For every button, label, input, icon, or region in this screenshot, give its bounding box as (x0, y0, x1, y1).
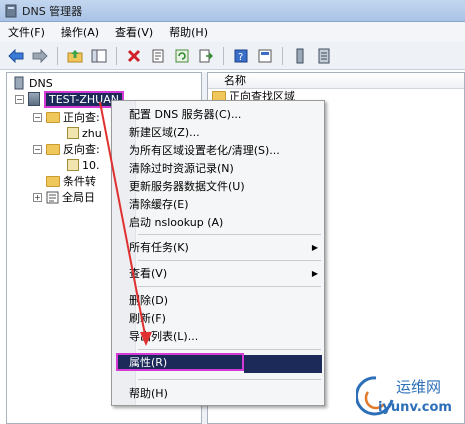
up-one-level-button[interactable] (65, 46, 85, 66)
menu-refresh[interactable]: 刷新(F) (112, 309, 324, 327)
title-bar: DNS 管理器 (0, 0, 465, 22)
tree-node-forward-child[interactable]: zhu (67, 125, 102, 141)
menu-scavenge-stale-records[interactable]: 清除过时资源记录(N) (112, 159, 324, 177)
refresh-button[interactable] (172, 46, 192, 66)
toolbar-separator (282, 46, 283, 65)
menu-export-list[interactable]: 导出列表(L)... (112, 327, 324, 345)
watermark-line1: 运维网 (396, 378, 442, 396)
delete-button[interactable] (124, 46, 144, 66)
menu-configure-dns-server[interactable]: 配置 DNS 服务器(C)... (112, 105, 324, 123)
tree-node-reverse-zone[interactable]: − 反向查: (33, 141, 100, 157)
show-hide-tree-button[interactable] (89, 46, 109, 66)
tree-node-reverse-child[interactable]: 10. (67, 157, 100, 173)
log-icon (46, 191, 59, 203)
delete-icon (127, 49, 141, 62)
dns-root-icon (14, 76, 24, 90)
expand-icon[interactable]: + (33, 192, 42, 202)
tree-node-dns[interactable]: DNS (13, 75, 53, 91)
tree-label-reverse-zone: 反向查: (63, 143, 100, 156)
tree-label-reverse-child: 10. (82, 158, 100, 172)
folder-icon (46, 175, 60, 187)
menu-view[interactable]: 查看(V) ▶ (112, 264, 324, 282)
dns-app-icon (5, 4, 17, 17)
help-icon: ? (234, 49, 248, 63)
back-button[interactable] (6, 46, 26, 66)
menu-action[interactable]: 操作(A) (53, 24, 107, 40)
tree-node-global-logs[interactable]: + 全局日 (33, 189, 95, 205)
submenu-arrow-icon: ▶ (311, 242, 318, 252)
folder-icon (46, 143, 60, 155)
context-menu: 配置 DNS 服务器(C)... 新建区域(Z)... 为所有区域设置老化/清理… (111, 100, 325, 406)
forward-arrow-icon (32, 48, 48, 63)
submenu-arrow-icon: ▶ (311, 268, 318, 278)
collapse-icon[interactable]: − (33, 144, 42, 154)
toolbar-separator (116, 46, 117, 65)
forward-button[interactable] (30, 46, 50, 66)
menu-delete[interactable]: 删除(D) (112, 291, 324, 309)
menu-update-server-data-files[interactable]: 更新服务器数据文件(U) (112, 177, 324, 195)
zone-icon (67, 159, 79, 171)
menu-bar: 文件(F) 操作(A) 查看(V) 帮助(H) (0, 22, 465, 42)
properties-button[interactable] (148, 46, 168, 66)
menu-file[interactable]: 文件(F) (0, 24, 53, 40)
menu-all-tasks[interactable]: 所有任务(K) ▶ (112, 238, 324, 256)
tree-label-forward-zone: 正向查: (63, 111, 100, 124)
export-list-button[interactable] (196, 46, 216, 66)
back-arrow-icon (8, 48, 24, 63)
menu-separator (138, 260, 321, 261)
menu-separator (138, 234, 321, 235)
tree-node-server[interactable]: − TEST-ZHUAN (15, 90, 124, 108)
menu-properties[interactable]: 属性(R) (116, 353, 244, 371)
menu-help[interactable]: 帮助(H) (112, 384, 324, 402)
export-icon (199, 49, 213, 62)
server-list-icon (296, 48, 304, 63)
menu-all-tasks-label: 所有任务(K) (129, 241, 189, 254)
svg-text:?: ? (238, 52, 243, 63)
zone-icon (67, 127, 79, 139)
watermark: 运维网 iyunv.com (356, 372, 460, 420)
menu-separator (138, 349, 321, 350)
collapse-icon[interactable]: − (33, 112, 42, 122)
menu-launch-nslookup[interactable]: 启动 nslookup (A) (112, 213, 324, 231)
window-title: DNS 管理器 (22, 4, 83, 18)
show-hide-tree-icon (91, 49, 107, 62)
tree-node-conditional-forwarders[interactable]: 条件转 (46, 173, 96, 189)
toolbar-separator (57, 46, 58, 65)
tree-label-conditional: 条件转 (63, 175, 96, 188)
server-icon (318, 48, 330, 63)
tree-label-forward-child: zhu (82, 126, 102, 140)
menu-set-aging-scavenging[interactable]: 为所有区域设置老化/清理(S)... (112, 141, 324, 159)
refresh-icon (175, 49, 189, 62)
properties-icon (152, 49, 164, 62)
server-list-button[interactable] (290, 46, 310, 66)
menu-view[interactable]: 查看(V) (107, 24, 161, 40)
watermark-line2: iyunv.com (378, 400, 452, 415)
tree-label-dns: DNS (29, 76, 53, 90)
toolbar: ? (0, 42, 465, 70)
menu-clear-cache[interactable]: 清除缓存(E) (112, 195, 324, 213)
toolbar-separator (223, 46, 224, 65)
console-icon (258, 49, 272, 62)
collapse-icon[interactable]: − (15, 94, 24, 104)
folder-icon (46, 111, 60, 123)
menu-separator (138, 379, 321, 380)
console-button[interactable] (255, 46, 275, 66)
menu-help[interactable]: 帮助(H) (161, 24, 216, 40)
column-header-name[interactable]: 名称 (208, 73, 464, 89)
menu-new-zone[interactable]: 新建区域(Z)... (112, 123, 324, 141)
server-button[interactable] (314, 46, 334, 66)
server-node-icon (28, 92, 40, 106)
menu-view-label: 查看(V) (129, 267, 168, 280)
help-button[interactable]: ? (231, 46, 251, 66)
up-folder-icon (67, 49, 83, 62)
tree-node-forward-zone[interactable]: − 正向查: (33, 109, 100, 125)
menu-properties-highlight-fill (244, 355, 322, 373)
menu-separator (138, 286, 321, 287)
tree-label-global-logs: 全局日 (62, 191, 95, 204)
